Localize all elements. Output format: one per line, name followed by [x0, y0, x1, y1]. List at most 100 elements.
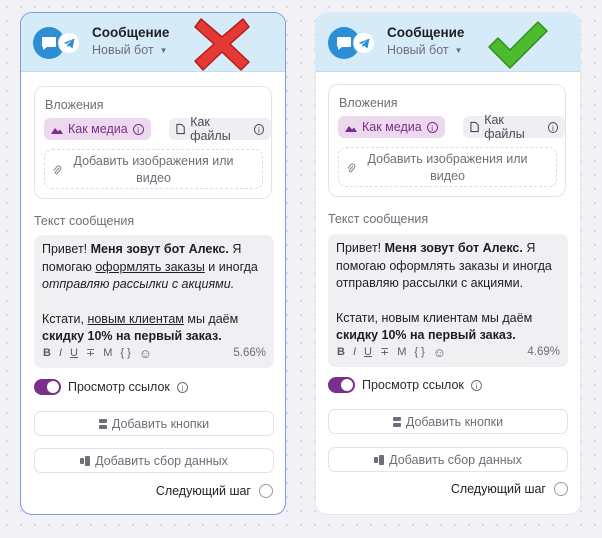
card-header: Сообщение Новый бот ▼ — [316, 13, 580, 72]
code-button[interactable]: { } — [414, 344, 424, 362]
text-run-underline: новым клиентам — [87, 311, 184, 326]
attachments-section: Вложения Как медиа i Как файлы i Добавит… — [328, 84, 566, 197]
telegram-icon — [354, 33, 374, 53]
add-media-button[interactable]: Добавить изображения или видео — [338, 147, 557, 187]
link-preview-label: Просмотр ссылок — [68, 380, 170, 394]
add-data-label: Добавить сбор данных — [389, 452, 522, 467]
underline-button[interactable]: U — [364, 344, 372, 362]
as-media-option[interactable]: Как медиа i — [338, 116, 445, 138]
add-media-text-line1: Добавить изображения или — [367, 152, 528, 166]
data-collection-icon — [80, 455, 91, 466]
message-text-label: Текст сообщения — [328, 212, 429, 226]
as-media-label: Как медиа — [362, 120, 422, 134]
format-toolbar: B I U ∓ M { } ☺ — [337, 344, 446, 362]
link-preview-label: Просмотр ссылок — [362, 378, 464, 392]
add-buttons-label: Добавить кнопки — [111, 416, 210, 431]
length-percent: 4.69% — [527, 345, 560, 358]
next-step-connector[interactable] — [554, 482, 568, 496]
message-paragraph-1: Привет! Меня зовут бот Алекс. Я помогаю … — [336, 240, 560, 293]
info-icon: i — [176, 381, 188, 393]
bold-button[interactable]: B — [337, 344, 345, 362]
as-files-option[interactable]: Как файлы i — [463, 113, 565, 141]
attachments-label: Вложения — [339, 96, 398, 110]
link-preview-row: Просмотр ссылок i — [34, 379, 188, 395]
bot-selector[interactable]: Новый бот ▼ — [387, 43, 463, 57]
link-preview-row: Просмотр ссылок i — [328, 377, 482, 393]
message-card-right[interactable]: Сообщение Новый бот ▼ Вложения Как медиа… — [315, 12, 581, 515]
add-data-collection-button[interactable]: Добавить сбор данных — [34, 448, 274, 473]
add-data-label: Добавить сбор данных — [95, 453, 228, 468]
emoji-button[interactable]: ☺ — [433, 344, 446, 362]
image-icon — [51, 128, 63, 134]
info-icon: i — [426, 121, 438, 133]
next-step-label: Следующий шаг — [450, 482, 546, 496]
message-card-left[interactable]: Сообщение Новый бот ▼ Вложения Как медиа… — [20, 12, 286, 515]
attachments-section: Вложения Как медиа i Как файлы i Добавит… — [34, 86, 272, 199]
add-media-text-line1: Добавить изображения или — [73, 154, 234, 168]
bot-name: Новый бот — [387, 43, 449, 57]
monospace-button[interactable]: M — [103, 345, 112, 363]
underline-button[interactable]: U — [70, 345, 78, 363]
next-step-row: Следующий шаг — [156, 484, 273, 498]
italic-button[interactable]: I — [59, 345, 62, 363]
info-icon: i — [547, 121, 558, 133]
add-media-text-line2: видео — [136, 171, 171, 185]
text-run-bold: скидку 10% на первый заказ. — [42, 329, 222, 343]
next-step-label: Следующий шаг — [155, 484, 251, 498]
italic-button[interactable]: I — [353, 344, 356, 362]
next-step-row: Следующий шаг — [451, 482, 568, 496]
message-paragraph-1: Привет! Меня зовут бот Алекс. Я помогаю … — [42, 241, 266, 294]
file-icon — [470, 121, 479, 133]
strikethrough-button[interactable]: ∓ — [86, 345, 95, 363]
bot-selector[interactable]: Новый бот ▼ — [92, 43, 168, 57]
bold-button[interactable]: B — [43, 345, 51, 363]
strikethrough-button[interactable]: ∓ — [380, 344, 389, 362]
paperclip-icon — [347, 163, 356, 173]
add-media-button[interactable]: Добавить изображения или видео — [44, 149, 263, 189]
as-media-label: Как медиа — [68, 122, 128, 136]
length-percent: 5.66% — [233, 346, 266, 359]
monospace-button[interactable]: M — [397, 344, 406, 362]
add-buttons-button[interactable]: Добавить кнопки — [328, 409, 568, 434]
red-cross-icon — [194, 18, 250, 71]
add-buttons-button[interactable]: Добавить кнопки — [34, 411, 274, 436]
text-run: и иногда — [204, 259, 258, 274]
caret-down-icon: ▼ — [454, 45, 463, 55]
text-run: Кстати, новым клиентам мы даём — [336, 310, 533, 325]
attachments-label: Вложения — [45, 98, 104, 112]
as-files-label: Как файлы — [484, 113, 525, 141]
as-files-option[interactable]: Как файлы i — [169, 115, 271, 143]
message-paragraph-2: Кстати, новым клиентам мы даём скидку 10… — [42, 311, 266, 346]
code-button[interactable]: { } — [120, 345, 130, 363]
emoji-button[interactable]: ☺ — [139, 345, 152, 363]
buttons-icon — [392, 416, 401, 427]
data-collection-icon — [374, 454, 385, 465]
telegram-icon — [59, 33, 79, 53]
next-step-connector[interactable] — [259, 484, 273, 498]
text-run: Кстати, — [42, 311, 88, 326]
text-run-underline: оформлять заказы — [95, 259, 205, 274]
add-data-collection-button[interactable]: Добавить сбор данных — [328, 447, 568, 472]
format-toolbar: B I U ∓ M { } ☺ — [43, 345, 152, 363]
image-icon — [345, 126, 357, 132]
link-preview-toggle[interactable] — [328, 377, 355, 393]
add-buttons-label: Добавить кнопки — [405, 414, 504, 429]
link-preview-toggle[interactable] — [34, 379, 61, 395]
paperclip-icon — [53, 165, 62, 175]
node-title: Сообщение — [92, 25, 170, 40]
text-run-bold: Меня зовут бот Алекс. — [384, 241, 523, 255]
info-icon: i — [132, 123, 144, 135]
as-media-option[interactable]: Как медиа i — [44, 118, 151, 140]
text-run: оформлять заказы — [389, 258, 499, 273]
message-text-label: Текст сообщения — [34, 214, 135, 228]
text-run: Привет! — [336, 241, 385, 255]
info-icon: i — [470, 379, 482, 391]
info-icon: i — [253, 123, 264, 135]
message-editor[interactable]: Привет! Меня зовут бот Алекс. Я помогаю … — [34, 235, 274, 368]
add-media-text-line2: видео — [430, 169, 465, 183]
text-run-bold: Меня зовут бот Алекс. — [90, 242, 229, 256]
caret-down-icon: ▼ — [159, 45, 168, 55]
message-editor[interactable]: Привет! Меня зовут бот Алекс. Я помогаю … — [328, 234, 568, 367]
text-run-italic: отправляю рассылки с акциями. — [42, 277, 235, 291]
bot-name: Новый бот — [92, 43, 154, 57]
